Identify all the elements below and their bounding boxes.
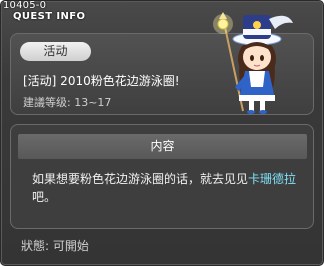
quest-content-panel: 内容 如果想要粉色花边游泳圈的话，就去见见卡珊德拉吧。 <box>10 124 314 229</box>
quest-title: [活动] 2010粉色花边游泳圈! <box>23 74 180 88</box>
quest-category-badge: 活动 <box>20 42 91 61</box>
quest-status: 狀態: 可開始 <box>21 239 89 253</box>
content-header: 内容 <box>18 134 307 159</box>
npc-cassandra-icon <box>213 12 293 114</box>
npc-name-link[interactable]: 卡珊德拉 <box>248 172 296 186</box>
quest-info-window: 10405-0 QUEST INFO 活动 [活动] 2010粉色花边游泳圈! … <box>0 0 324 266</box>
window-title: QUEST INFO <box>13 11 86 22</box>
quest-description: 如果想要粉色花边游泳圈的话，就去见见卡珊德拉吧。 <box>32 170 302 206</box>
description-text: 如果想要粉色花边游泳圈的话，就去见见 <box>32 172 249 186</box>
recommended-level: 建議等级: 13~17 <box>23 96 112 109</box>
description-text-end: 吧。 <box>32 190 57 204</box>
